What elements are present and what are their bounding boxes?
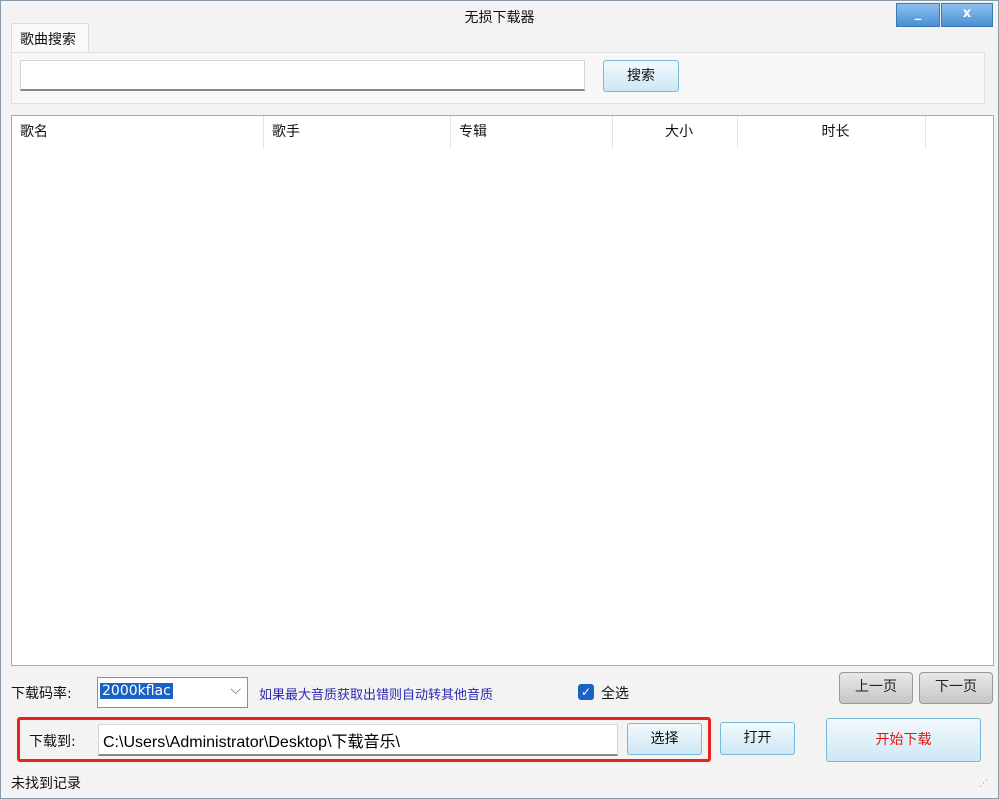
- download-path-input[interactable]: [98, 724, 618, 756]
- next-page-button[interactable]: 下一页: [919, 672, 993, 704]
- bitrate-label: 下载码率:: [11, 686, 72, 702]
- download-to-label: 下载到:: [29, 734, 76, 750]
- column-header-size[interactable]: 大小: [613, 116, 738, 148]
- select-all-checkbox[interactable]: ✓: [578, 684, 594, 700]
- column-header-duration[interactable]: 时长: [738, 116, 926, 148]
- minimize-button[interactable]: _: [896, 3, 940, 27]
- bitrate-select[interactable]: 2000kflac ⌵: [97, 677, 248, 708]
- open-folder-button[interactable]: 打开: [720, 722, 795, 755]
- select-all-label[interactable]: 全选: [601, 683, 629, 703]
- tab-song-search[interactable]: 歌曲搜索: [11, 23, 89, 53]
- results-table: 歌名 歌手 专辑 大小 时长: [11, 115, 994, 666]
- column-header-album[interactable]: 专辑: [451, 116, 613, 148]
- search-input[interactable]: [20, 60, 585, 91]
- prev-page-button[interactable]: 上一页: [839, 672, 913, 704]
- bitrate-value: 2000kflac: [100, 683, 173, 699]
- start-download-button[interactable]: 开始下载: [826, 718, 981, 762]
- download-path-highlight: 下载到: 选择: [17, 717, 711, 762]
- search-panel: 搜索: [11, 52, 985, 104]
- column-header-artist[interactable]: 歌手: [264, 116, 451, 148]
- bitrate-hint: 如果最大音质获取出错则自动转其他音质: [259, 688, 494, 703]
- search-button[interactable]: 搜索: [603, 60, 679, 92]
- column-header-title[interactable]: 歌名: [12, 116, 264, 148]
- close-button[interactable]: x: [941, 3, 993, 27]
- main-window: 无损下载器 _ x 歌曲搜索 搜索 歌名 歌手 专辑 大小 时长 下载码率: 2…: [0, 0, 999, 799]
- chevron-down-icon: ⌵: [230, 682, 241, 698]
- choose-folder-button[interactable]: 选择: [627, 723, 702, 755]
- resize-grip-icon[interactable]: ⋰: [979, 779, 988, 789]
- window-title: 无损下载器: [464, 10, 535, 26]
- status-text: 未找到记录: [11, 776, 81, 792]
